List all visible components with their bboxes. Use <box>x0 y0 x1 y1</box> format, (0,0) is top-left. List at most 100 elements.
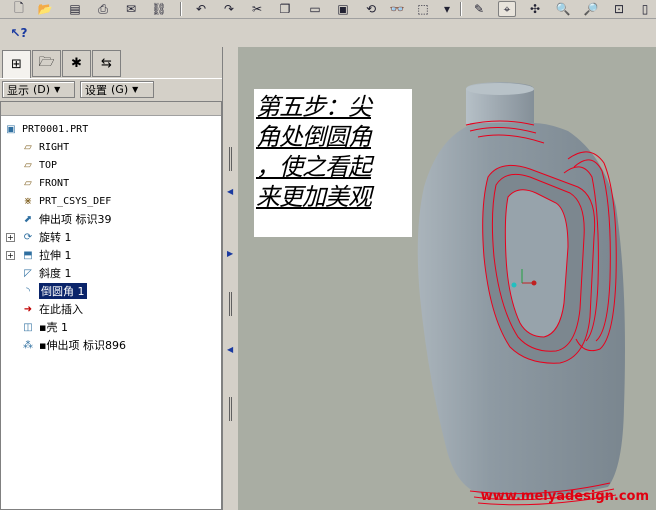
tree-item-insert-here[interactable]: ➜ 在此插入 <box>21 301 83 317</box>
model-tree: ▣ PRT0001.PRT ▱ RIGHT ▱ TOP ▱ FRONT ⋇ PR… <box>0 101 222 510</box>
tree-item-extrude[interactable]: ⬒ 拉伸 1 <box>21 247 72 263</box>
tree-icon: ⊞ <box>11 57 22 72</box>
insert-arrow-icon: ➜ <box>23 303 33 315</box>
model-tree-tab[interactable]: ⊞ <box>2 50 31 78</box>
tree-item-label: FRONT <box>39 177 70 189</box>
paste-special-icon[interactable]: ▣ <box>334 1 352 17</box>
show-menu-label: 显示 <box>7 83 29 97</box>
connections-tab[interactable]: ⇆ <box>92 50 121 77</box>
watermark: www.meiyadesign.com <box>480 489 649 504</box>
tree-item-shell[interactable]: ◫ ▪壳 1 <box>21 319 68 335</box>
folder-tab[interactable]: 🗁 <box>32 50 61 77</box>
refit-icon[interactable]: ⊡ <box>610 1 628 17</box>
expand-icon[interactable]: + <box>6 251 15 260</box>
note-line: ，使之看起 <box>256 153 372 181</box>
redo-icon[interactable]: ↷ <box>220 1 238 17</box>
csys-z-dot <box>511 282 517 288</box>
datum-plane-icon: ▱ <box>24 159 32 171</box>
connection-icon: ⇆ <box>101 56 112 71</box>
draft-icon: ◸ <box>24 267 32 279</box>
toolbar-separator <box>180 2 182 16</box>
datum-plane-icon: ▱ <box>24 141 32 153</box>
part-icon: ▣ <box>6 123 16 135</box>
shell-icon: ◫ <box>23 321 33 333</box>
tree-item-protrusion[interactable]: ⬈ 伸出项 标识39 <box>21 211 112 227</box>
tree-item-label: RIGHT <box>39 141 70 153</box>
regenerate-icon[interactable]: ⟲ <box>362 1 380 17</box>
whats-this-icon[interactable]: ↖? <box>10 25 28 41</box>
datum-plane-icon: ▱ <box>24 177 32 189</box>
favorites-tab[interactable]: ✱ <box>62 50 91 77</box>
tree-item-right[interactable]: ▱ RIGHT <box>21 139 69 155</box>
tree-item-front[interactable]: ▱ FRONT <box>21 175 69 191</box>
collapse-arrow-icon[interactable]: ◀ <box>227 345 233 354</box>
new-file-icon[interactable]: 🗋 <box>10 1 28 17</box>
extrude-icon: ⬒ <box>23 249 33 261</box>
tree-item-label: 伸出项 标识39 <box>39 213 112 226</box>
tree-header <box>1 102 221 116</box>
splitter-grip <box>229 397 232 421</box>
tree-item-label: 倒圆角 1 <box>39 283 87 299</box>
protrusion-group-icon: ⁂ <box>23 339 33 351</box>
cut-icon[interactable]: ✂ <box>248 1 266 17</box>
sketch-icon[interactable]: ✎ <box>470 1 488 17</box>
dropdown-icon[interactable]: ▾ <box>438 1 456 17</box>
bottle-neck-top <box>466 83 534 95</box>
toolbar-separator <box>460 2 462 16</box>
expand-icon[interactable]: + <box>6 233 15 242</box>
save-icon[interactable]: ▤ <box>66 1 84 17</box>
collapse-arrow-icon[interactable]: ◀ <box>227 187 233 196</box>
tree-item-revolve[interactable]: ⟳ 旋转 1 <box>21 229 72 245</box>
zoom-out-icon[interactable]: 🔎 <box>582 1 600 17</box>
tree-item-label: PRT0001.PRT <box>22 123 89 135</box>
splitter-grip <box>229 292 232 316</box>
chevron-down-icon: ▼ <box>132 85 139 94</box>
spin-center-icon[interactable]: ✣ <box>526 1 544 17</box>
tree-item-csys[interactable]: ⋇ PRT_CSYS_DEF <box>21 193 111 209</box>
select-box-icon[interactable]: ⬚ <box>414 1 432 17</box>
settings-menu-key: (G) <box>111 83 129 96</box>
tree-item-protrusion-896[interactable]: ⁂ ▪伸出项 标识896 <box>21 337 126 353</box>
datum-display-icon[interactable]: ⌖ <box>498 1 516 17</box>
tree-item-label: 旋转 1 <box>39 231 72 244</box>
tree-item-label: 拉伸 1 <box>39 249 72 262</box>
show-menu-button[interactable]: 显示 (D) ▼ <box>2 81 75 98</box>
tree-item-round[interactable]: ◝ 倒圆角 1 <box>21 283 87 299</box>
orient-icon[interactable]: ▯ <box>636 1 654 17</box>
tree-item-label: TOP <box>39 159 58 171</box>
tree-item-label: PRT_CSYS_DEF <box>39 195 112 207</box>
tree-item-label: 斜度 1 <box>39 267 72 280</box>
settings-menu-button[interactable]: 设置 (G) ▼ <box>80 81 154 98</box>
zoom-in-icon[interactable]: 🔍 <box>554 1 572 17</box>
note-line: 来更加美观 <box>256 183 372 211</box>
chevron-down-icon: ▼ <box>54 85 61 94</box>
show-menu-key: (D) <box>33 83 51 96</box>
open-folder-icon[interactable]: 📂 <box>36 1 54 17</box>
find-icon[interactable]: 👓 <box>388 1 406 17</box>
csys-x-dot <box>531 280 537 286</box>
tree-item-top[interactable]: ▱ TOP <box>21 157 57 173</box>
undo-icon[interactable]: ↶ <box>192 1 210 17</box>
copy-icon[interactable]: ❐ <box>276 1 294 17</box>
graphics-viewport[interactable]: 第五步：尖 角处倒圆角 ，使之看起 来更加美观 www.meiyadesign.… <box>238 47 656 510</box>
email-icon[interactable]: ✉ <box>122 1 140 17</box>
secondary-toolbar: ↖? <box>0 19 656 47</box>
link-icon[interactable]: ⛓ <box>150 1 168 17</box>
paste-icon[interactable]: ▭ <box>306 1 324 17</box>
print-icon[interactable]: ⎙ <box>94 1 112 17</box>
splitter-grip <box>229 147 232 171</box>
star-icon: ✱ <box>71 56 82 71</box>
expand-arrow-icon[interactable]: ▶ <box>227 249 233 258</box>
note-line: 角处倒圆角 <box>256 123 372 151</box>
csys-icon: ⋇ <box>23 195 33 207</box>
settings-menu-label: 设置 <box>85 83 107 97</box>
step-note: 第五步：尖 角处倒圆角 ，使之看起 来更加美观 <box>254 89 412 237</box>
main-toolbar: 🗋 📂 ▤ ⎙ ✉ ⛓ ↶ ↷ ✂ ❐ ▭ ▣ ⟲ 👓 ⬚ ▾ ✎ ⌖ ✣ 🔍 … <box>0 0 656 19</box>
tree-item-part[interactable]: ▣ PRT0001.PRT <box>4 121 88 137</box>
protrusion-icon: ⬈ <box>23 213 33 225</box>
tree-item-draft[interactable]: ◸ 斜度 1 <box>21 265 72 281</box>
tree-menu-row: 显示 (D) ▼ 设置 (G) ▼ <box>0 78 222 100</box>
tree-item-label: ▪伸出项 标识896 <box>39 339 126 352</box>
panel-splitter[interactable]: ◀ ▶ ◀ <box>222 47 238 510</box>
round-icon: ◝ <box>26 285 30 297</box>
